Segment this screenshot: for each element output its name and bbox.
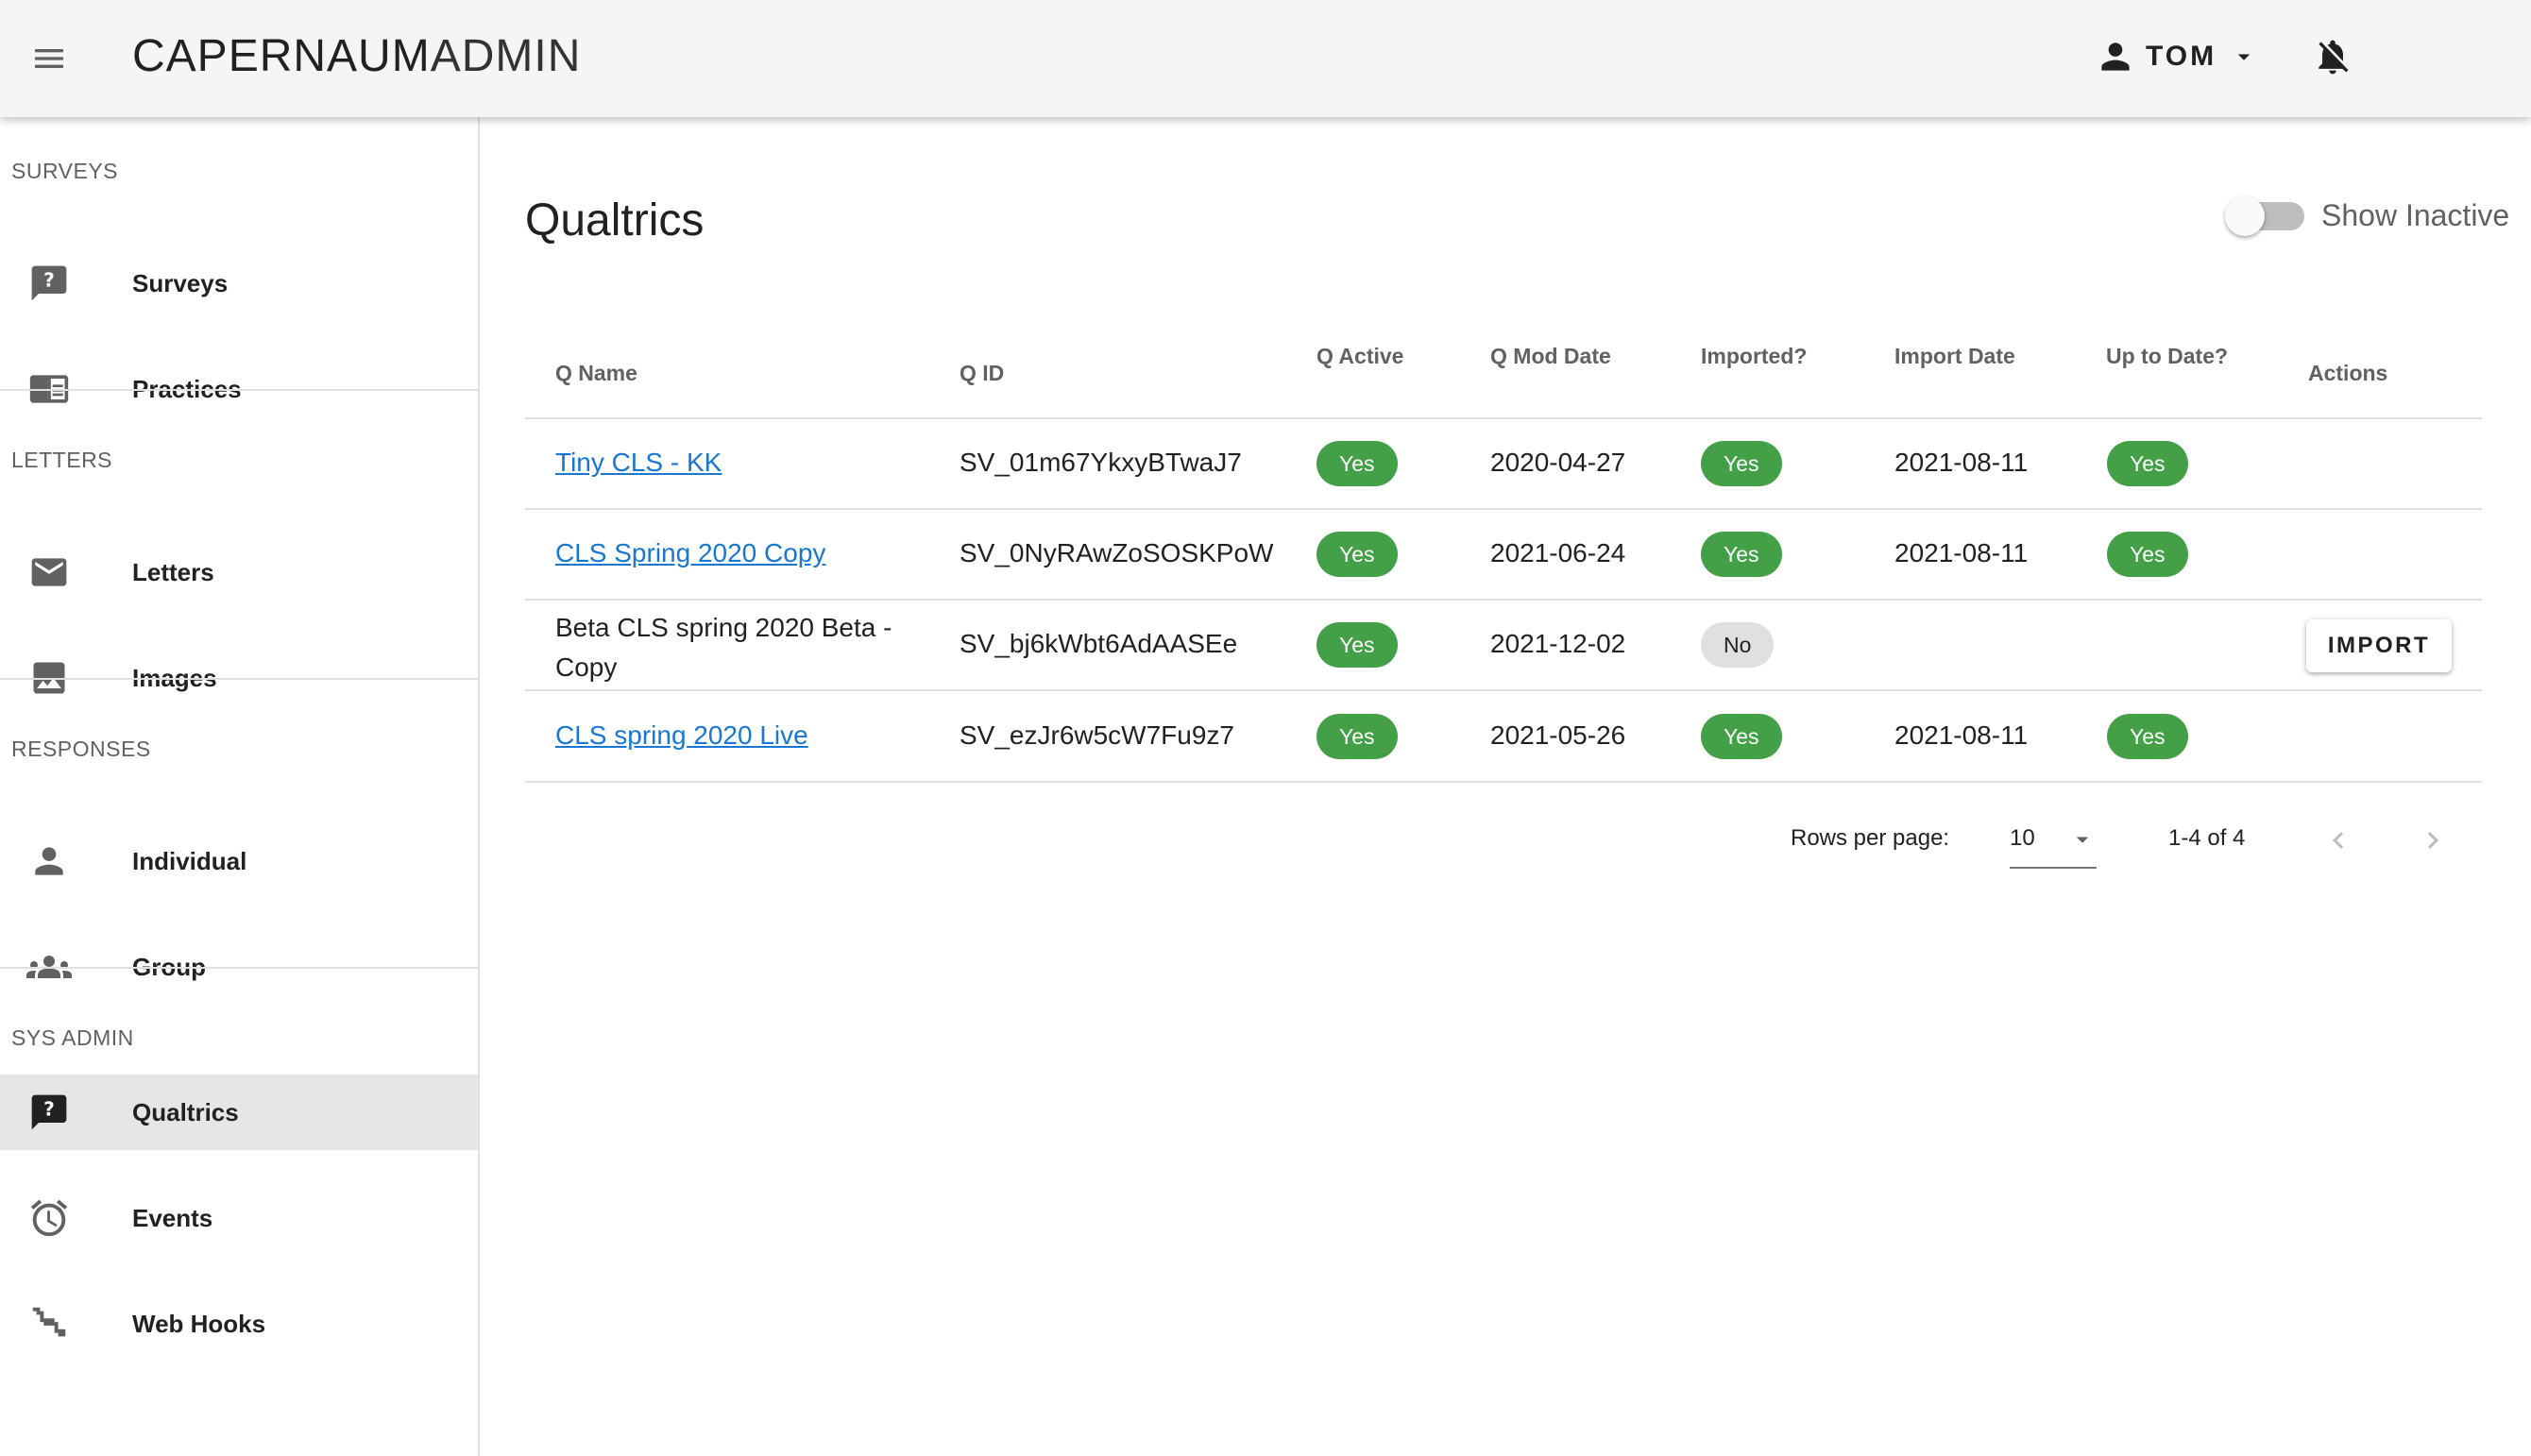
sidebar-divider <box>0 967 478 969</box>
survey-name: Beta CLS spring 2020 Beta - Copy <box>555 608 892 687</box>
sidebar-item-qualtrics[interactable]: ? Qualtrics <box>0 1075 478 1150</box>
status-badge: Yes <box>2107 714 2188 759</box>
sidebar-divider <box>0 678 478 680</box>
table-divider <box>525 781 2482 783</box>
import-date: 2021-08-11 <box>1894 448 2029 477</box>
svg-text:?: ? <box>43 1098 55 1121</box>
status-badge: Yes <box>1701 532 1782 577</box>
pagination-range: 1-4 of 4 <box>2168 825 2246 851</box>
section-label-surveys: SURVEYS <box>11 159 119 183</box>
column-header-actions: Actions <box>2308 361 2388 385</box>
notifications-off-button[interactable] <box>2302 26 2363 87</box>
next-page-button[interactable] <box>2406 814 2459 867</box>
sidebar-item-surveys[interactable]: ? Surveys <box>0 245 478 321</box>
page-title: Qualtrics <box>525 195 705 245</box>
mod-date: 2021-12-02 <box>1490 629 1626 658</box>
sidebar-item-label: Surveys <box>132 268 229 297</box>
sidebar-item-label: Web Hooks <box>132 1309 266 1338</box>
status-badge: Yes <box>1701 714 1782 759</box>
sidebar-item-individual[interactable]: Individual <box>0 823 478 899</box>
survey-id: SV_01m67YkxyBTwaJ7 <box>960 448 1242 477</box>
survey-question-icon: ? <box>26 261 72 306</box>
mod-date: 2021-06-24 <box>1490 538 1626 567</box>
status-badge: No <box>1701 622 1775 668</box>
mod-date: 2021-05-26 <box>1490 720 1626 750</box>
rows-per-page-label: Rows per page: <box>1791 825 1950 851</box>
table-divider <box>525 599 2482 601</box>
mod-date: 2020-04-27 <box>1490 448 1626 477</box>
chevron-down-icon <box>2237 54 2251 60</box>
show-inactive-label: Show Inactive <box>2321 198 2510 232</box>
survey-id: SV_0NyRAwZoSOSKPoW <box>960 538 1274 567</box>
status-badge: Yes <box>1316 714 1398 759</box>
sidebar-item-web-hooks[interactable]: Web Hooks <box>0 1286 478 1362</box>
app-title: CAPERNAUMADMIN <box>132 28 581 85</box>
user-menu-button[interactable]: TOM <box>2095 26 2258 87</box>
status-badge: Yes <box>2107 441 2188 486</box>
status-badge: Yes <box>1316 532 1398 577</box>
section-label-letters: LETTERS <box>11 448 113 472</box>
status-badge: Yes <box>2107 532 2188 577</box>
sidebar: SURVEYS ? Surveys Practices LETTERS Lett… <box>0 117 480 1456</box>
rows-per-page-value: 10 <box>2010 825 2035 851</box>
rows-per-page-select[interactable]: 10 <box>2010 814 2097 869</box>
user-name: TOM <box>2146 41 2217 72</box>
column-header-import-date[interactable]: Import Date <box>1894 344 2015 369</box>
app-title-secondary: ADMIN <box>430 31 582 81</box>
hamburger-menu-icon <box>35 49 63 68</box>
section-label-responses: RESPONSES <box>11 736 151 761</box>
import-button[interactable]: IMPORT <box>2306 619 2452 672</box>
column-header-imported[interactable]: Imported? <box>1701 344 1807 369</box>
sidebar-item-events[interactable]: Events <box>0 1180 478 1256</box>
sidebar-item-label: Qualtrics <box>132 1097 239 1126</box>
toggle-thumb[interactable] <box>2225 195 2265 236</box>
column-header-q-name[interactable]: Q Name <box>555 361 637 386</box>
survey-name-line: Copy <box>555 652 618 682</box>
survey-id: SV_ezJr6w5cW7Fu9z7 <box>960 720 1235 750</box>
previous-page-button[interactable] <box>2312 814 2365 867</box>
app-bar: CAPERNAUMADMIN TOM <box>0 0 2531 117</box>
sidebar-item-label: Events <box>132 1203 213 1232</box>
survey-name-link[interactable]: Tiny CLS - KK <box>555 448 722 478</box>
sidebar-divider <box>0 389 478 391</box>
sidebar-item-label: Individual <box>132 846 247 875</box>
chevron-right-icon <box>2427 832 2438 849</box>
table-divider <box>525 689 2482 691</box>
column-header-q-active[interactable]: Q Active <box>1316 344 1403 369</box>
status-badge: Yes <box>1316 441 1398 486</box>
section-label-sys-admin: SYS ADMIN <box>11 1025 134 1050</box>
chevron-left-icon <box>2333 832 2344 849</box>
status-badge: Yes <box>1316 622 1398 668</box>
survey-name-link[interactable]: CLS spring 2020 Live <box>555 720 808 751</box>
column-header-up-to-date[interactable]: Up to Date? <box>2106 344 2228 369</box>
app-root: CAPERNAUMADMIN TOM SURVEYS ? Surveys Pra… <box>0 0 2531 1456</box>
import-date: 2021-08-11 <box>1894 538 2029 567</box>
mail-icon <box>26 550 72 595</box>
status-badge: Yes <box>1701 441 1782 486</box>
column-header-q-mod-date[interactable]: Q Mod Date <box>1490 344 1611 369</box>
survey-name-line: Beta CLS spring 2020 Beta - <box>555 613 892 642</box>
svg-text:?: ? <box>43 269 55 292</box>
chevron-down-icon <box>2076 837 2089 843</box>
sidebar-item-letters[interactable]: Letters <box>0 534 478 610</box>
menu-button[interactable] <box>19 28 79 89</box>
app-title-primary: CAPERNAUM <box>132 31 431 81</box>
toggle-track[interactable] <box>2225 195 2304 236</box>
webhook-icon <box>26 1301 72 1346</box>
alarm-icon <box>26 1195 72 1241</box>
column-header-q-id[interactable]: Q ID <box>960 361 1004 386</box>
person-icon <box>26 838 72 884</box>
show-inactive-toggle[interactable]: Show Inactive <box>2225 195 2510 236</box>
table-divider <box>525 508 2482 510</box>
survey-id: SV_bj6kWbt6AdAASEe <box>960 629 1238 658</box>
qualtrics-icon: ? <box>26 1090 72 1135</box>
sidebar-item-label: Letters <box>132 557 214 586</box>
account-icon <box>2101 42 2130 71</box>
table-divider <box>525 417 2482 419</box>
import-date: 2021-08-11 <box>1894 720 2029 750</box>
survey-name-link[interactable]: CLS Spring 2020 Copy <box>555 538 825 568</box>
notifications-off-icon <box>2319 40 2349 75</box>
